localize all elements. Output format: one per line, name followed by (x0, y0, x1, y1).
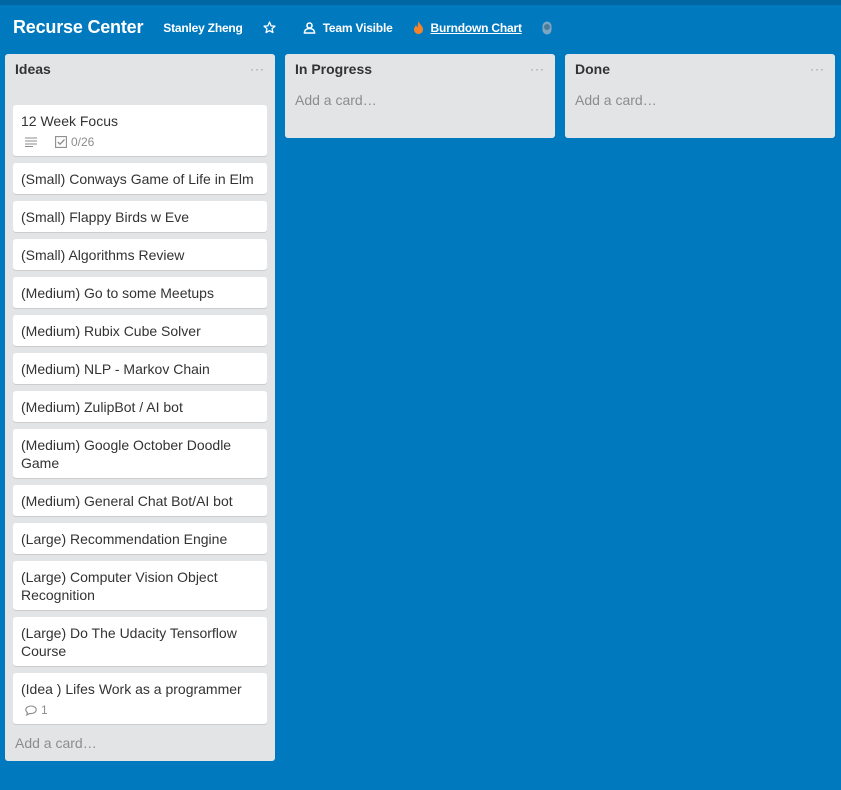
add-card-button[interactable]: Add a card… (13, 731, 267, 761)
card-title: (Medium) Google October Doodle Game (21, 437, 232, 471)
card-title: (Medium) Rubix Cube Solver (21, 323, 201, 339)
card-title: (Large) Recommendation Engine (21, 531, 228, 547)
board-owner[interactable]: Stanley Zheng (163, 20, 243, 35)
visibility-button[interactable]: Team Visible (303, 21, 393, 35)
list-title[interactable]: In Progress (295, 61, 372, 77)
card-list: 12 Week Focus 0/26 (Small) Conways Game … (13, 84, 267, 724)
checklist-count: 0/26 (71, 135, 95, 149)
list-menu-button[interactable]: ··· (250, 62, 265, 76)
star-icon (263, 21, 276, 34)
card-title: 12 Week Focus (21, 113, 119, 129)
card-title: (Medium) Go to some Meetups (21, 285, 214, 301)
list-menu-button[interactable]: ··· (810, 62, 825, 76)
card[interactable]: (Small) Conways Game of Life in Elm (13, 163, 267, 194)
card-title: (Small) Conways Game of Life in Elm (21, 171, 254, 187)
comment-icon (25, 704, 37, 716)
list-in-progress: In Progress ··· Add a card… (285, 54, 555, 138)
card-badges: 0/26 (21, 134, 259, 150)
board-lists: Ideas ··· 12 Week Focus 0/26 (Small) Con… (5, 54, 841, 761)
visibility-label: Team Visible (322, 20, 393, 35)
board-owner-label: Stanley Zheng (163, 20, 243, 35)
card-title: (Medium) General Chat Bot/AI bot (21, 493, 233, 509)
card[interactable]: (Small) Flappy Birds w Eve (13, 201, 267, 232)
list-ideas: Ideas ··· 12 Week Focus 0/26 (Small) Con… (5, 54, 275, 761)
card[interactable]: (Medium) General Chat Bot/AI bot (13, 485, 267, 516)
card-title: (Idea ) Lifes Work as a programmer (21, 681, 242, 697)
list-header: Done ··· (573, 54, 827, 84)
list-header: In Progress ··· (293, 54, 547, 84)
card[interactable]: (Small) Algorithms Review (13, 239, 267, 270)
board-header: Recurse Center Stanley Zheng Team Visibl… (0, 5, 841, 50)
burndown-chart-link[interactable]: Burndown Chart (413, 21, 522, 35)
card[interactable]: (Medium) NLP - Markov Chain (13, 353, 267, 384)
card-title: (Large) Do The Udacity Tensorflow Course (21, 625, 237, 659)
card-title: (Small) Flappy Birds w Eve (21, 209, 190, 225)
list-done: Done ··· Add a card… (565, 54, 835, 138)
list-title[interactable]: Done (575, 61, 610, 77)
card[interactable]: (Medium) ZulipBot / AI bot (13, 391, 267, 422)
card-title: (Large) Computer Vision Object Recogniti… (21, 569, 218, 603)
comments-count: 1 (41, 703, 48, 717)
card-title: (Small) Algorithms Review (21, 247, 185, 263)
list-title[interactable]: Ideas (15, 61, 51, 77)
star-button[interactable] (263, 21, 283, 34)
card[interactable]: (Large) Do The Udacity Tensorflow Course (13, 617, 267, 666)
list-header: Ideas ··· (13, 54, 267, 84)
card[interactable]: (Medium) Go to some Meetups (13, 277, 267, 308)
description-icon (25, 137, 41, 147)
card-badges: 1 (21, 702, 259, 718)
comments-badge: 1 (25, 701, 48, 719)
list-menu-button[interactable]: ··· (530, 62, 545, 76)
card[interactable]: (Large) Recommendation Engine (13, 523, 267, 554)
user-icon (542, 21, 552, 35)
card[interactable]: 12 Week Focus 0/26 (13, 105, 267, 156)
burndown-chart-label: Burndown Chart (430, 20, 522, 35)
card-title: (Medium) ZulipBot / AI bot (21, 399, 183, 415)
flame-icon (413, 21, 424, 34)
board-title[interactable]: Recurse Center (13, 17, 143, 38)
member-avatar[interactable] (542, 21, 559, 35)
checklist-badge: 0/26 (55, 133, 94, 151)
add-card-button[interactable]: Add a card… (573, 84, 827, 138)
card[interactable]: (Medium) Google October Doodle Game (13, 429, 267, 478)
team-icon (303, 21, 316, 34)
checklist-icon (55, 136, 67, 148)
card[interactable]: (Idea ) Lifes Work as a programmer 1 (13, 673, 267, 724)
card[interactable]: (Medium) Rubix Cube Solver (13, 315, 267, 346)
card[interactable]: (Large) Computer Vision Object Recogniti… (13, 561, 267, 610)
card-title: (Medium) NLP - Markov Chain (21, 361, 210, 377)
add-card-button[interactable]: Add a card… (293, 84, 547, 138)
